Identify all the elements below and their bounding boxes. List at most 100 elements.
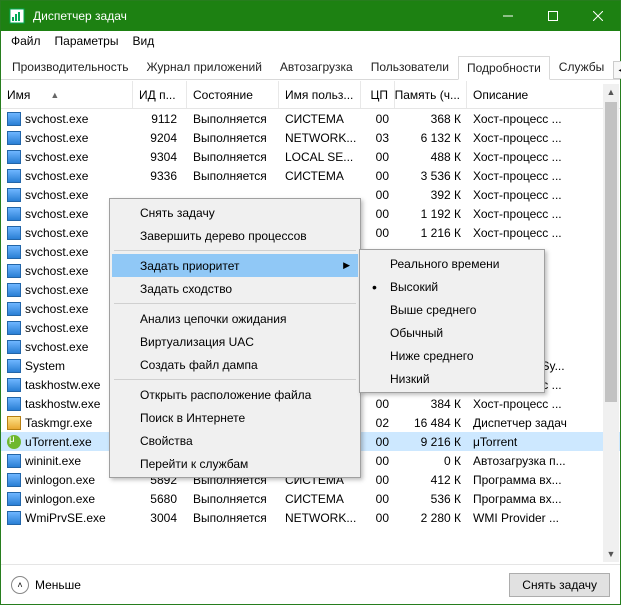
tab-strip: Производительность Журнал приложений Авт… xyxy=(1,51,620,80)
priority-submenu: Реального времени •Высокий Выше среднего… xyxy=(359,249,545,393)
col-state[interactable]: Состояние xyxy=(187,81,279,108)
cell-cpu: 00 xyxy=(361,166,395,185)
end-task-button[interactable]: Снять задачу xyxy=(509,573,610,597)
column-headers: Имя▲ ИД п... Состояние Имя польз... ЦП П… xyxy=(1,81,620,109)
cell-cpu: 00 xyxy=(361,451,395,470)
cell-mem: 1 216 К xyxy=(395,223,467,242)
cell-pid: 3004 xyxy=(133,508,187,527)
tab-startup[interactable]: Автозагрузка xyxy=(271,55,362,79)
process-icon xyxy=(7,435,21,449)
cell-desc: Хост-процесс ... xyxy=(467,166,620,185)
tab-app-history[interactable]: Журнал приложений xyxy=(137,55,270,79)
ctx-set-priority[interactable]: Задать приоритет▶ xyxy=(112,254,358,277)
table-row[interactable]: WmiPrvSE.exe3004ВыполняетсяNETWORK...002… xyxy=(1,508,620,527)
ctx-separator xyxy=(114,379,356,380)
cell-user: СИСТЕМА xyxy=(279,166,361,185)
ctx-uac[interactable]: Виртуализация UAC xyxy=(112,330,358,353)
cell-cpu: 00 xyxy=(361,470,395,489)
table-row[interactable]: svchost.exe9112ВыполняетсяСИСТЕМА00368 К… xyxy=(1,109,620,128)
cell-pid: 9304 xyxy=(133,147,187,166)
ctx-search-online[interactable]: Поиск в Интернете xyxy=(112,406,358,429)
process-icon xyxy=(7,207,21,221)
cell-mem: 368 К xyxy=(395,109,467,128)
priority-realtime[interactable]: Реального времени xyxy=(362,252,542,275)
maximize-button[interactable] xyxy=(530,1,575,31)
tab-performance[interactable]: Производительность xyxy=(3,55,137,79)
scroll-up-icon[interactable]: ▲ xyxy=(603,84,619,100)
menu-file[interactable]: Файл xyxy=(5,32,47,50)
table-row[interactable]: svchost.exe9304ВыполняетсяLOCAL SE...004… xyxy=(1,147,620,166)
sort-asc-icon: ▲ xyxy=(50,90,59,100)
col-desc[interactable]: Описание xyxy=(467,81,620,108)
process-name: svchost.exe xyxy=(25,283,88,297)
ctx-end-task[interactable]: Снять задачу xyxy=(112,201,358,224)
cell-user: NETWORK... xyxy=(279,508,361,527)
vertical-scrollbar[interactable]: ▲ ▼ xyxy=(603,84,619,562)
priority-high[interactable]: •Высокий xyxy=(362,275,542,298)
priority-low[interactable]: Низкий xyxy=(362,367,542,390)
cell-desc: Хост-процесс ... xyxy=(467,128,620,147)
process-name: svchost.exe xyxy=(25,150,88,164)
process-icon xyxy=(7,131,21,145)
footer: ˄ Меньше Снять задачу xyxy=(1,564,620,604)
priority-normal[interactable]: Обычный xyxy=(362,321,542,344)
cell-mem: 392 К xyxy=(395,185,467,204)
process-name: svchost.exe xyxy=(25,131,88,145)
process-name: wininit.exe xyxy=(25,454,81,468)
tab-details[interactable]: Подробности xyxy=(458,56,550,80)
table-row[interactable]: winlogon.exe5680ВыполняетсяСИСТЕМА00536 … xyxy=(1,489,620,508)
cell-desc: WMI Provider ... xyxy=(467,508,620,527)
cell-state: Выполняется xyxy=(187,147,279,166)
col-user[interactable]: Имя польз... xyxy=(279,81,361,108)
col-name[interactable]: Имя▲ xyxy=(1,81,133,108)
tab-users[interactable]: Пользователи xyxy=(362,55,458,79)
fewer-label: Меньше xyxy=(35,578,81,592)
scroll-thumb[interactable] xyxy=(605,102,617,402)
col-cpu[interactable]: ЦП xyxy=(361,81,395,108)
tab-scroll-left[interactable]: ◄ xyxy=(613,61,621,79)
process-icon xyxy=(7,321,21,335)
col-pid[interactable]: ИД п... xyxy=(133,81,187,108)
cell-mem: 536 К xyxy=(395,489,467,508)
ctx-set-affinity[interactable]: Задать сходство xyxy=(112,277,358,300)
cell-desc: Программа вх... xyxy=(467,470,620,489)
ctx-end-tree[interactable]: Завершить дерево процессов xyxy=(112,224,358,247)
process-icon xyxy=(7,226,21,240)
priority-above-normal[interactable]: Выше среднего xyxy=(362,298,542,321)
menu-options[interactable]: Параметры xyxy=(49,32,125,50)
ctx-dump[interactable]: Создать файл дампа xyxy=(112,353,358,376)
cell-mem: 2 280 К xyxy=(395,508,467,527)
titlebar: Диспетчер задач xyxy=(1,1,620,31)
cell-mem: 6 132 К xyxy=(395,128,467,147)
ctx-goto-services[interactable]: Перейти к службам xyxy=(112,452,358,475)
process-icon xyxy=(7,511,21,525)
ctx-open-location[interactable]: Открыть расположение файла xyxy=(112,383,358,406)
priority-below-normal[interactable]: Ниже среднего xyxy=(362,344,542,367)
process-icon xyxy=(7,169,21,183)
process-name: svchost.exe xyxy=(25,169,88,183)
process-icon xyxy=(7,112,21,126)
minimize-button[interactable] xyxy=(485,1,530,31)
scroll-down-icon[interactable]: ▼ xyxy=(603,546,619,562)
ctx-analyze-wait[interactable]: Анализ цепочки ожидания xyxy=(112,307,358,330)
cell-mem: 3 536 К xyxy=(395,166,467,185)
cell-cpu: 00 xyxy=(361,185,395,204)
cell-state: Выполняется xyxy=(187,508,279,527)
col-mem[interactable]: Память (ч... xyxy=(395,81,467,108)
tab-services[interactable]: Службы xyxy=(550,55,613,79)
cell-desc: μTorrent xyxy=(467,432,620,451)
context-menu: Снять задачу Завершить дерево процессов … xyxy=(109,198,361,478)
table-row[interactable]: svchost.exe9336ВыполняетсяСИСТЕМА003 536… xyxy=(1,166,620,185)
cell-cpu: 00 xyxy=(361,204,395,223)
ctx-properties[interactable]: Свойства xyxy=(112,429,358,452)
cell-cpu: 00 xyxy=(361,223,395,242)
fewer-details-button[interactable]: ˄ Меньше xyxy=(11,576,81,594)
close-button[interactable] xyxy=(575,1,620,31)
table-row[interactable]: svchost.exe9204ВыполняетсяNETWORK...036 … xyxy=(1,128,620,147)
process-icon xyxy=(7,397,21,411)
cell-user: СИСТЕМА xyxy=(279,489,361,508)
cell-desc: Хост-процесс ... xyxy=(467,185,620,204)
menubar: Файл Параметры Вид xyxy=(1,31,620,51)
cell-pid: 9336 xyxy=(133,166,187,185)
menu-view[interactable]: Вид xyxy=(126,32,160,50)
